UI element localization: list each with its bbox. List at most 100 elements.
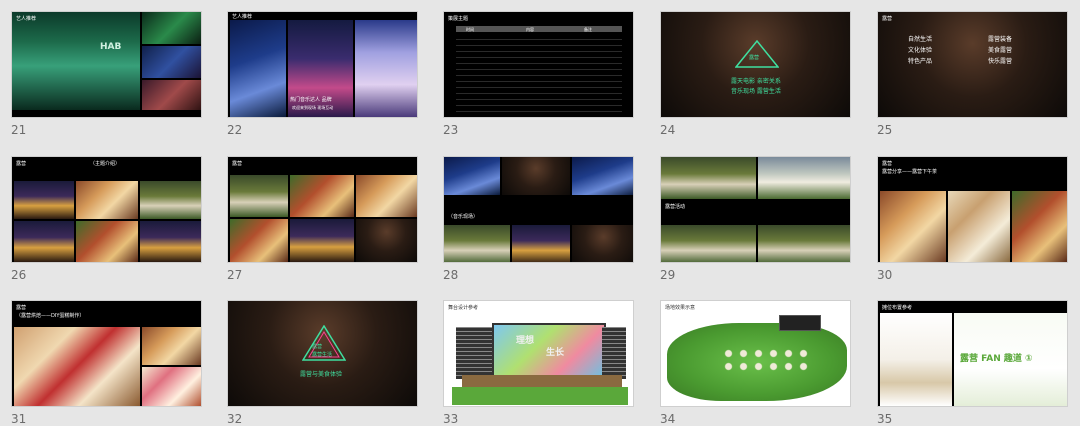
slide-30-subtitle: 露营分享——露营下午茶 (882, 169, 938, 175)
slide-number: 23 (443, 123, 459, 137)
stage-photo-top (142, 12, 201, 44)
slide-number: 26 (11, 268, 27, 282)
slide-number: 33 (443, 412, 459, 426)
slide-22-heading: 艺人推荐 (232, 14, 253, 20)
market-photo-4 (14, 221, 74, 262)
slide-number: 24 (660, 123, 676, 137)
table-col-content: 内容 (526, 27, 534, 32)
stage-photo-bottom (142, 80, 201, 110)
slide-30-heading: 露营 (882, 161, 893, 167)
slide-25-item-5: 特色产品 (908, 58, 933, 65)
slide-32-title: 露营 (312, 344, 323, 350)
food-photo-4 (230, 219, 288, 262)
slide-25-thumbnail[interactable]: 露营 自然生活 露营装备 文化体验 美食露营 特色产品 快乐露营 (877, 11, 1068, 118)
slide-22-subcaption: 欢迎来到现场 现场互动 (292, 105, 334, 110)
concert-photo (12, 12, 140, 110)
campsite-screen (779, 315, 821, 331)
stage-platform (462, 375, 622, 387)
slide-29-thumbnail[interactable]: 露营活动 (660, 156, 851, 263)
food-photo-5 (290, 219, 354, 262)
cake-photo-1 (14, 327, 140, 406)
table-col-note: 备注 (584, 27, 592, 32)
slide-33-title-1: 理想 (516, 336, 535, 346)
campsite-tents (721, 347, 811, 373)
camp-photo-2 (758, 157, 850, 199)
camp-photo-4 (758, 225, 850, 262)
slide-35-heading: 摊位布置参考 (882, 305, 913, 311)
stage-photo-left (230, 20, 286, 117)
stage-lawn (452, 387, 628, 405)
slide-number: 28 (443, 268, 459, 282)
market-photo-6 (140, 221, 201, 262)
slide-25-item-1: 自然生活 (908, 36, 933, 43)
slide-26-thumbnail[interactable]: 露营 （主题介绍） (11, 156, 202, 263)
music-photo-4 (444, 225, 510, 262)
slide-number: 30 (877, 268, 893, 282)
slide-28-thumbnail[interactable]: （音乐现场） (443, 156, 634, 263)
booth-render-left (880, 313, 952, 406)
cake-photo-3 (142, 367, 201, 406)
slide-23-heading: 策展主题 (448, 16, 469, 22)
slide-21-heading: 艺人推荐 (16, 16, 37, 22)
slide-23-thumbnail[interactable]: 策展主题 时间 内容 备注 (443, 11, 634, 118)
slide-32-thumbnail[interactable]: 露营 露营生活 露营与美食体验 (227, 300, 418, 407)
music-photo-6 (572, 225, 633, 262)
market-photo-1 (14, 181, 74, 219)
slide-27-heading: 露营 (232, 161, 243, 167)
slide-25-item-4: 美食露营 (988, 47, 1013, 54)
music-photo-3 (572, 157, 633, 195)
slide-33-thumbnail[interactable]: 舞台设计参考 理想 生长 (443, 300, 634, 407)
slide-33-title-2: 生长 (546, 348, 565, 358)
food-photo-3 (356, 175, 417, 217)
food-photo-2 (290, 175, 354, 217)
stage-speaker-left (456, 327, 492, 379)
slide-22-thumbnail[interactable]: 艺人推荐 热门音乐达人 品牌 欢迎来到现场 现场互动 (227, 11, 418, 118)
camp-photo-3 (661, 225, 756, 262)
slide-34-thumbnail[interactable]: 场地效果示意 (660, 300, 851, 407)
slide-30-thumbnail[interactable]: 露营 露营分享——露营下午茶 (877, 156, 1068, 263)
slide-sorter-grid: 艺人推荐 HAB 21 艺人推荐 热门音乐达人 品牌 欢迎来到现场 现场互动 2… (0, 0, 1080, 426)
slide-number: 27 (227, 268, 243, 282)
singer-photo-right (355, 20, 417, 117)
slide-26-heading: 露营 (16, 161, 27, 167)
slide-21-thumbnail[interactable]: 艺人推荐 HAB (11, 11, 202, 118)
market-photo-3 (140, 181, 201, 219)
slide-35-banner: 露营 FAN 趣道 ① (960, 354, 1033, 364)
slide-number: 35 (877, 412, 893, 426)
market-photo-2 (76, 181, 138, 219)
schedule-table-body (456, 34, 622, 112)
slide-24-thumbnail[interactable]: 露营 露天电影 亲密关系 音乐现场 露营生活 (660, 11, 851, 118)
food-photo-6 (356, 219, 417, 262)
slide-27-thumbnail[interactable]: 露营 (227, 156, 418, 263)
food-photo-1 (230, 175, 288, 217)
music-photo-2 (502, 157, 570, 195)
slide-35-thumbnail[interactable]: 摊位布置参考 露营 FAN 趣道 ① (877, 300, 1068, 407)
slide-31-thumbnail[interactable]: 露营 （露营烘焙——DIY蛋糕制作） (11, 300, 202, 407)
slide-26-subtitle: （主题介绍） (90, 161, 121, 167)
camp-photo-1 (661, 157, 756, 199)
slide-24-line-2: 音乐现场 露营生活 (731, 88, 781, 95)
slide-24-line-1: 露天电影 亲密关系 (731, 78, 781, 85)
slide-number: 25 (877, 123, 893, 137)
slide-21-venue-sign: HAB (100, 42, 122, 52)
slide-28-caption: （音乐现场） (448, 214, 479, 220)
slide-25-item-2: 露营装备 (988, 36, 1013, 43)
slide-25-item-6: 快乐露营 (988, 58, 1013, 65)
slide-number: 22 (227, 123, 243, 137)
stage-speaker-right (602, 327, 626, 379)
tea-photo-1 (880, 191, 946, 262)
slide-32-line-1: 露营生活 (312, 352, 333, 358)
slide-33-heading: 舞台设计参考 (448, 305, 479, 311)
slide-31-heading: 露营 (16, 305, 27, 311)
cake-photo-2 (142, 327, 201, 365)
music-photo-5 (512, 225, 570, 262)
tea-photo-3 (1012, 191, 1067, 262)
tea-photo-2 (948, 191, 1010, 262)
slide-25-heading: 露营 (882, 16, 893, 22)
slide-number: 21 (11, 123, 27, 137)
music-photo-1 (444, 157, 500, 195)
slide-number: 29 (660, 268, 676, 282)
slide-24-title: 露营 (749, 55, 760, 61)
stage-photo-mid (142, 46, 201, 78)
slide-22-caption: 热门音乐达人 品牌 (290, 97, 332, 103)
